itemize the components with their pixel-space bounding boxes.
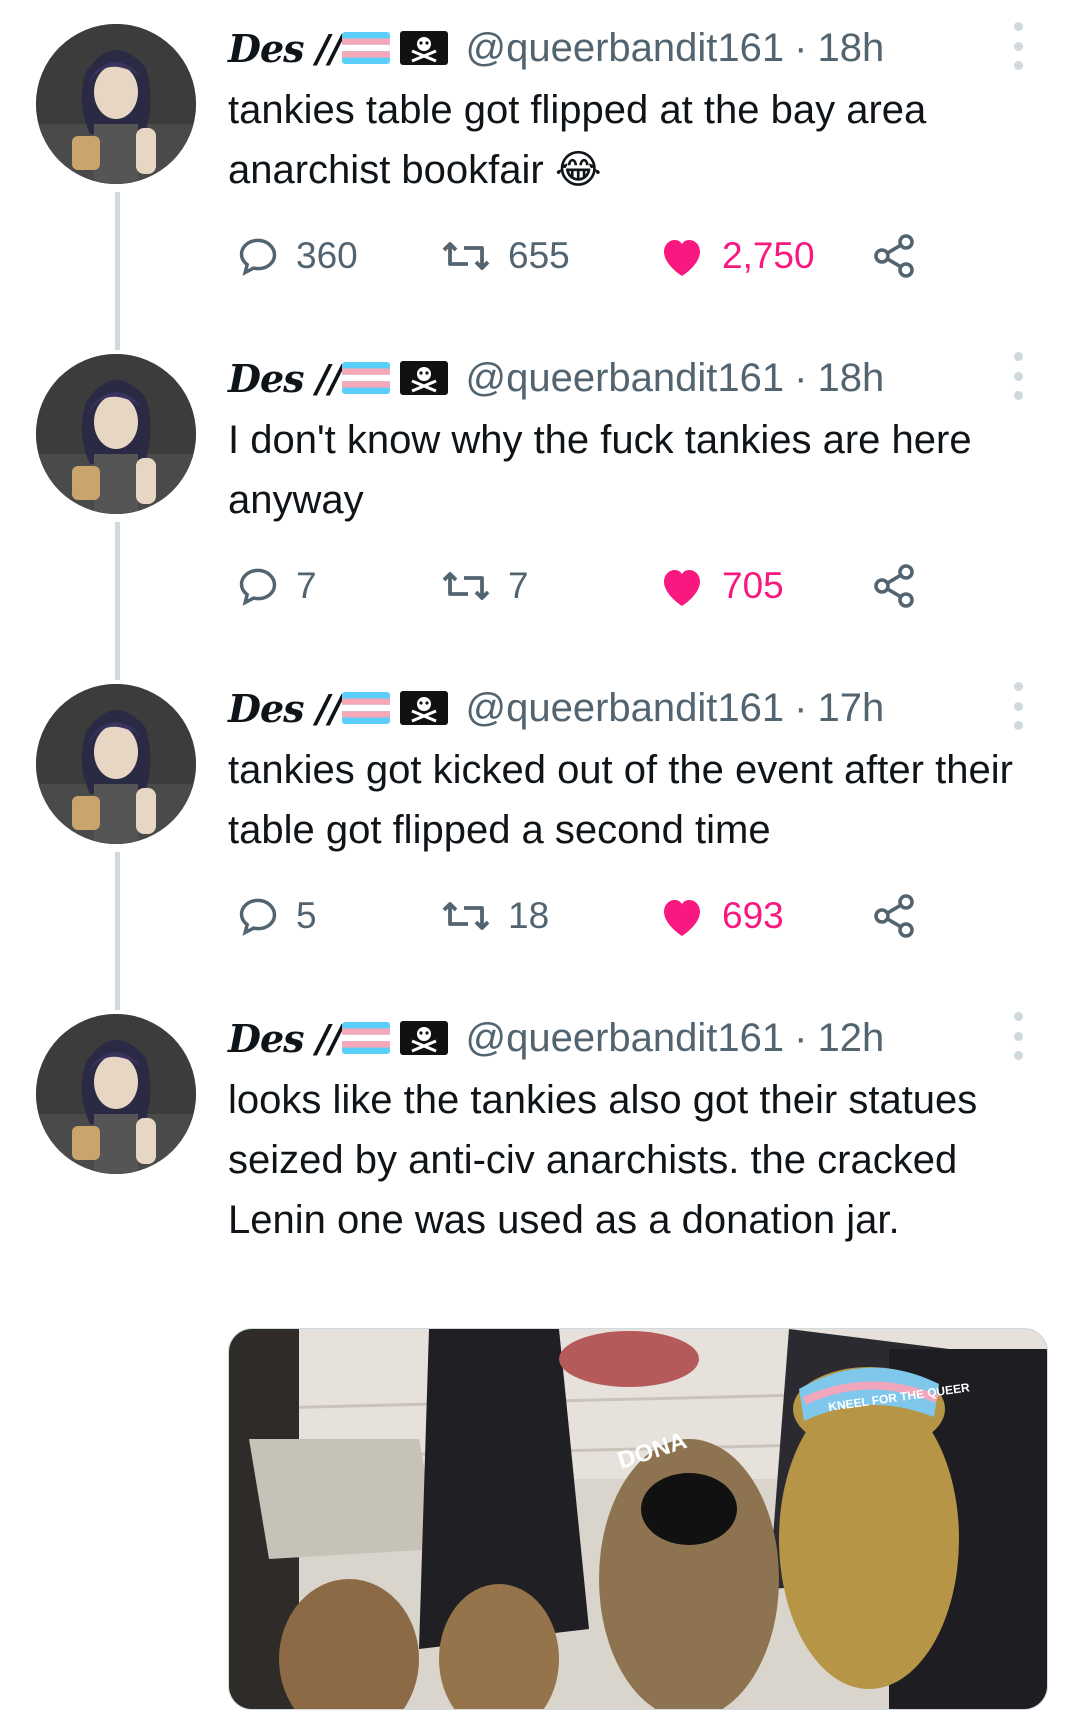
- retweet-count: 7: [508, 565, 529, 606]
- display-name[interactable]: Des //: [228, 26, 343, 71]
- more-icon[interactable]: [1008, 1012, 1028, 1060]
- handle[interactable]: @queerbandit161: [466, 26, 785, 71]
- tweet-header: Des // @queerbandit161 · 18h: [228, 20, 884, 76]
- trans-flag-icon: [341, 32, 390, 64]
- like-count: 705: [722, 565, 784, 606]
- trans-flag-icon: [341, 692, 390, 724]
- tweet-header: Des // @queerbandit161 · 17h: [228, 680, 884, 736]
- more-icon[interactable]: [1008, 352, 1028, 400]
- reply-icon: [239, 238, 277, 276]
- display-name[interactable]: Des //: [228, 1016, 343, 1061]
- tweet-text: tankies got kicked out of the event afte…: [228, 748, 1013, 852]
- reply-button[interactable]: 360: [236, 226, 358, 286]
- tweet-text: I don't know why the fuck tankies are he…: [228, 418, 972, 522]
- more-icon[interactable]: [1008, 682, 1028, 730]
- tweet-header: Des // @queerbandit161 · 12h: [228, 1010, 884, 1066]
- avatar[interactable]: [36, 24, 196, 184]
- reply-button[interactable]: 5: [236, 886, 317, 946]
- avatar-illustration: [36, 1014, 196, 1174]
- avatar-illustration: [36, 24, 196, 184]
- retweet-icon: [442, 902, 490, 930]
- thread-line: [115, 192, 120, 350]
- heart-icon: [664, 570, 700, 606]
- handle[interactable]: @queerbandit161: [466, 1016, 785, 1061]
- tweet-header: Des // @queerbandit161 · 18h: [228, 350, 884, 406]
- retweet-button[interactable]: 18: [440, 886, 549, 946]
- display-name[interactable]: Des //: [228, 686, 343, 731]
- retweet-button[interactable]: 655: [440, 226, 570, 286]
- retweet-icon: [442, 242, 490, 270]
- handle[interactable]: @queerbandit161: [466, 686, 785, 731]
- reply-button[interactable]: 7: [236, 556, 317, 616]
- reply-count: 360: [296, 235, 358, 276]
- like-button[interactable]: 705: [658, 556, 784, 616]
- tweet-actions: 5 18 693: [228, 886, 988, 946]
- reply-count: 7: [296, 565, 317, 606]
- trans-flag-icon: [341, 1022, 390, 1054]
- separator-dot: ·: [794, 1015, 808, 1060]
- timestamp[interactable]: 17h: [817, 686, 884, 731]
- tweet-photo[interactable]: DONA KNEEL FOR THE QUEER: [228, 1328, 1048, 1710]
- pirate-flag-icon: [399, 31, 448, 65]
- share-button[interactable]: [870, 226, 918, 286]
- share-button[interactable]: [870, 886, 918, 946]
- retweet-count: 655: [508, 235, 570, 276]
- share-button[interactable]: [870, 556, 918, 616]
- like-button[interactable]: 2,750: [658, 226, 815, 286]
- pirate-flag-icon: [399, 1021, 448, 1055]
- pirate-flag-icon: [399, 691, 448, 725]
- statues-photo: DONA KNEEL FOR THE QUEER: [229, 1329, 1047, 1709]
- handle[interactable]: @queerbandit161: [466, 356, 785, 401]
- thread-line: [115, 852, 120, 1010]
- reply-count: 5: [296, 895, 317, 936]
- pirate-flag-icon: [399, 361, 448, 395]
- like-count: 2,750: [722, 235, 815, 276]
- share-icon: [874, 234, 914, 278]
- tweet-text: looks like the tankies also got their st…: [228, 1078, 978, 1242]
- separator-dot: ·: [794, 685, 808, 730]
- retweet-button[interactable]: 7: [440, 556, 529, 616]
- like-count: 693: [722, 895, 784, 936]
- reply-icon: [239, 568, 277, 606]
- timestamp[interactable]: 18h: [817, 356, 884, 401]
- reply-icon: [239, 898, 277, 936]
- separator-dot: ·: [794, 25, 808, 70]
- display-name[interactable]: Des //: [228, 356, 343, 401]
- thread-line: [115, 522, 120, 680]
- retweet-count: 18: [508, 895, 550, 936]
- tweet-actions: 7 7 705: [228, 556, 988, 616]
- tweet-text: tankies table got flipped at the bay are…: [228, 88, 927, 192]
- timestamp[interactable]: 18h: [817, 26, 884, 71]
- heart-icon: [664, 240, 700, 276]
- avatar[interactable]: [36, 354, 196, 514]
- more-icon[interactable]: [1008, 22, 1028, 70]
- tweet-actions: 360 655 2,750: [228, 226, 988, 286]
- avatar[interactable]: [36, 684, 196, 844]
- share-icon: [874, 564, 914, 608]
- separator-dot: ·: [794, 355, 808, 400]
- like-button[interactable]: 693: [658, 886, 784, 946]
- retweet-icon: [442, 572, 490, 600]
- share-icon: [874, 894, 914, 938]
- heart-icon: [664, 900, 700, 936]
- trans-flag-icon: [341, 362, 390, 394]
- avatar-illustration: [36, 354, 196, 514]
- avatar-illustration: [36, 684, 196, 844]
- timestamp[interactable]: 12h: [817, 1016, 884, 1061]
- avatar[interactable]: [36, 1014, 196, 1174]
